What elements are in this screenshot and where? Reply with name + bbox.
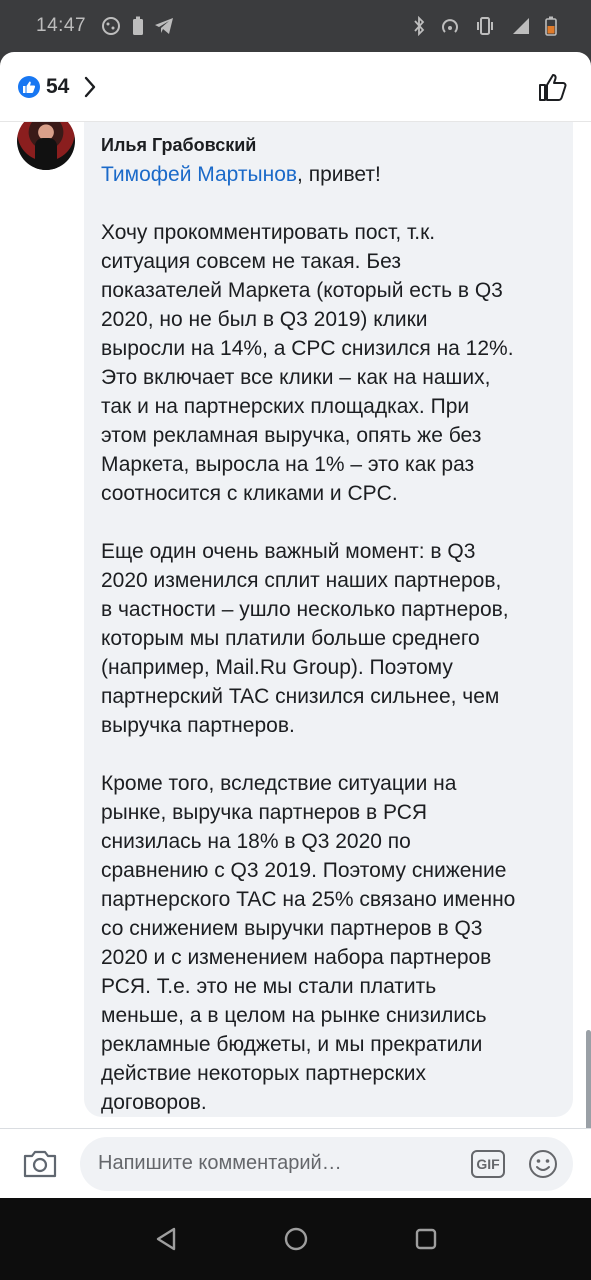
like-button[interactable] — [533, 67, 573, 107]
comments-sheet: 54 Илья Грабовский Тимофей Мартынов, при… — [0, 52, 591, 1198]
reactions-header: 54 — [0, 52, 591, 122]
recents-icon[interactable] — [406, 1219, 446, 1259]
home-icon[interactable] — [276, 1219, 316, 1259]
comment-text: Тимофей Мартынов, привет! Хочу прокоммен… — [101, 160, 557, 1117]
back-icon[interactable] — [146, 1219, 186, 1259]
reaction-count[interactable]: 54 — [46, 75, 69, 99]
comment-greeting: , привет! — [297, 163, 381, 186]
comment-input[interactable]: Напишите комментарий… GIF — [80, 1136, 573, 1191]
camera-icon[interactable] — [18, 1142, 62, 1186]
comment-author[interactable]: Илья Грабовский — [101, 134, 557, 156]
battery-icon — [545, 16, 557, 36]
comment-thread: Илья Грабовский Тимофей Мартынов, привет… — [0, 122, 591, 1128]
navigation-bar — [0, 1198, 591, 1280]
comment-bubble[interactable]: Илья Грабовский Тимофей Мартынов, привет… — [84, 122, 573, 1117]
vibrate-icon — [475, 16, 495, 36]
chevron-right-icon[interactable] — [83, 76, 97, 98]
bluetooth-icon — [413, 16, 425, 36]
signal-4g-icon — [509, 16, 531, 36]
hotspot-icon — [439, 16, 461, 36]
cookie-icon — [100, 15, 122, 37]
gif-button[interactable]: GIF — [471, 1149, 505, 1178]
emoji-icon[interactable] — [527, 1148, 559, 1180]
comment-input-placeholder: Напишите комментарий… — [98, 1152, 342, 1174]
mention-link[interactable]: Тимофей Мартынов — [101, 163, 297, 186]
scrollbar[interactable] — [586, 1030, 591, 1128]
status-time: 14:47 — [36, 15, 87, 36]
like-reaction-icon — [18, 75, 40, 98]
comment-composer: Напишите комментарий… GIF — [0, 1128, 591, 1198]
comment-body: Хочу прокомментировать пост, т.к. ситуац… — [101, 221, 516, 1114]
battery-saver-icon — [132, 16, 144, 36]
status-bar: 14:47 — [0, 0, 591, 52]
telegram-icon — [154, 17, 174, 35]
avatar[interactable] — [17, 122, 75, 170]
